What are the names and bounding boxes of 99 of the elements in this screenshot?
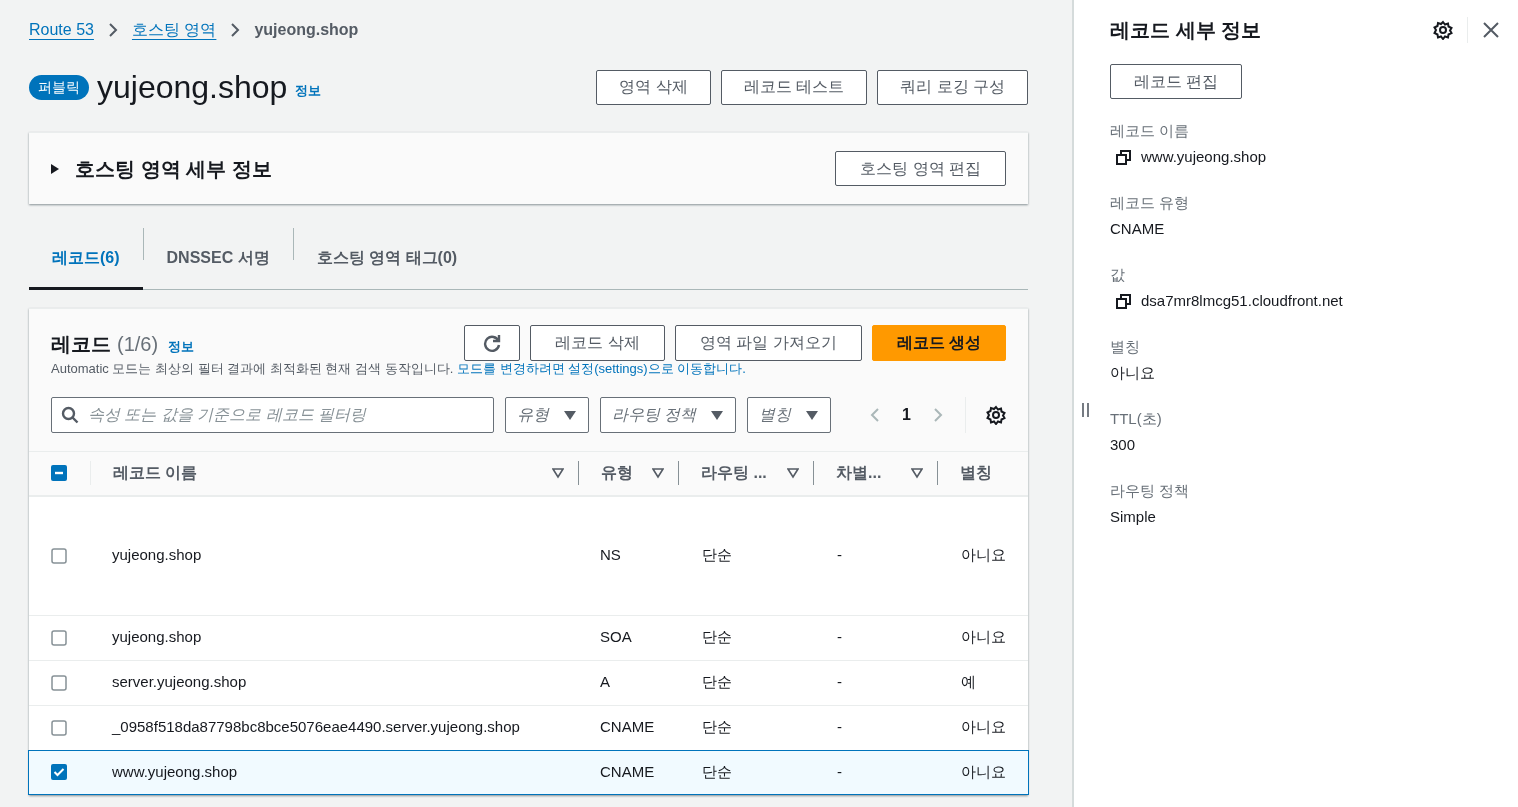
refresh-icon	[482, 333, 503, 353]
refresh-button[interactable]	[464, 325, 521, 361]
panel-title: 레코드 세부 정보	[1110, 18, 1263, 43]
close-icon	[1482, 21, 1500, 39]
copy-icon[interactable]	[1115, 148, 1132, 166]
zone-title: yujeong.shop	[97, 71, 288, 103]
table-cell: 단순	[702, 673, 732, 691]
table-cell: SOA	[600, 628, 632, 646]
table-cell: 단순	[702, 718, 732, 736]
page-number[interactable]: 1	[902, 402, 911, 427]
table-cell: -	[837, 546, 842, 564]
caret-right-icon[interactable]	[49, 162, 61, 175]
field-value: 300	[1110, 435, 1136, 455]
field-value: 아니요	[1110, 363, 1155, 383]
field-value: Simple	[1110, 507, 1156, 527]
info-link[interactable]: 정보	[168, 337, 195, 357]
column-header[interactable]: 차별...	[836, 461, 882, 485]
breadcrumb-current: yujeong.shop	[254, 20, 359, 40]
filter-dropdown[interactable]: 라우팅 정책	[600, 396, 737, 433]
caret-down-icon	[563, 408, 577, 421]
field-value: dsa7mr8lmcg51.cloudfront.net	[1141, 291, 1343, 311]
settings-button[interactable]	[1433, 20, 1453, 40]
sort-icon	[787, 467, 799, 479]
table-cell: yujeong.shop	[112, 546, 202, 564]
field-label: 값	[1110, 265, 1126, 285]
caret-down-icon	[710, 408, 725, 421]
column-header[interactable]: 별칭	[960, 461, 992, 485]
field-label: TTL(초)	[1110, 409, 1163, 429]
description-text: Automatic 모드는 최상의 필터 결과에 최적화된 현재 검색 동작입니다. 모드를 변경하려면 설정(settings)으로 이동합니다.	[51, 360, 747, 378]
table-cell: 예	[961, 673, 976, 691]
tab[interactable]: 레코드(6)	[29, 228, 143, 290]
create-record-button[interactable]: 레코드 생성	[871, 325, 1006, 361]
table-cell: server.yujeong.shop	[112, 673, 247, 691]
header-button[interactable]: 쿼리 로깅 구성	[877, 69, 1028, 105]
settings-button[interactable]	[986, 404, 1006, 425]
settings-icon	[986, 404, 1006, 425]
filter-dropdown[interactable]: 유형	[505, 396, 589, 433]
caret-down-icon	[805, 408, 820, 421]
table-cell: -	[837, 718, 842, 736]
table-cell: 아니요	[961, 762, 1006, 780]
checkbox[interactable]	[51, 764, 67, 780]
edit-zone-button[interactable]: 호스팅 영역 편집	[835, 151, 1006, 186]
field-label: 별칭	[1110, 337, 1141, 357]
table-cell: 아니요	[961, 718, 1006, 736]
records-count: (1/6)	[117, 332, 159, 357]
settings-icon	[1433, 20, 1453, 40]
field-label: 레코드 이름	[1110, 121, 1191, 141]
info-link[interactable]: 정보	[295, 81, 322, 101]
toolbar-button[interactable]: 레코드 삭제	[530, 325, 665, 361]
toolbar-button[interactable]: 영역 파일 가져오기	[674, 325, 862, 361]
column-header[interactable]: 레코드 이름	[113, 461, 198, 485]
records-title: 레코드	[51, 332, 111, 357]
sort-icon	[652, 467, 664, 479]
table-cell: -	[837, 628, 842, 646]
table-cell: 단순	[702, 762, 732, 780]
checkbox[interactable]	[51, 674, 67, 691]
breadcrumb-link[interactable]: Route 53	[29, 18, 94, 42]
search-field[interactable]: 속성 또는 값을 기준으로 레코드 필터링	[51, 396, 494, 433]
table-cell: 단순	[702, 546, 732, 564]
settings-link[interactable]: 모드를 변경하려면 설정(settings)으로 이동합니다.	[456, 361, 746, 376]
field-label: 레코드 유형	[1110, 193, 1191, 213]
sort-icon	[552, 467, 564, 479]
search-icon	[61, 405, 79, 424]
column-header[interactable]: 유형	[601, 461, 633, 485]
checkbox[interactable]	[51, 719, 67, 736]
public-badge: 퍼블릭	[29, 74, 89, 100]
table-cell: -	[837, 673, 842, 691]
checkbox[interactable]	[51, 465, 67, 481]
table-cell: yujeong.shop	[112, 628, 202, 646]
tab[interactable]: 호스팅 영역 태그(0)	[293, 228, 481, 290]
field-value: www.yujeong.shop	[1141, 147, 1267, 167]
resize-handle-icon[interactable]	[1081, 403, 1090, 417]
selected-row[interactable]: www.yujeong.shop CNAME 단순 - 아니요	[28, 749, 1029, 795]
table-cell: CNAME	[600, 762, 655, 780]
table-cell: 아니요	[961, 628, 1006, 646]
panel-title: 호스팅 영역 세부 정보	[75, 156, 273, 182]
table-cell: www.yujeong.shop	[112, 762, 238, 780]
field-value: CNAME	[1110, 219, 1165, 239]
table-cell: _0958f518da87798bc8bce5076eae4490.server.yujeong.shop	[112, 718, 520, 736]
table-cell: -	[837, 762, 842, 780]
header-button[interactable]: 영역 삭제	[596, 69, 711, 105]
table-cell: NS	[600, 546, 621, 564]
table-cell: CNAME	[600, 718, 655, 736]
edit-record-button[interactable]: 레코드 편집	[1110, 64, 1243, 99]
table-cell: A	[600, 673, 610, 691]
header-button[interactable]: 레코드 테스트	[720, 69, 868, 105]
filter-dropdown[interactable]: 별칭	[747, 396, 832, 433]
chevron-right-icon	[931, 405, 945, 424]
close-button[interactable]	[1482, 21, 1500, 39]
copy-icon[interactable]	[1115, 292, 1132, 310]
table-cell: 아니요	[961, 546, 1006, 564]
field-label: 라우팅 정책	[1110, 481, 1191, 501]
checkbox[interactable]	[51, 547, 67, 564]
checkbox[interactable]	[51, 629, 67, 646]
table-cell: 단순	[702, 628, 732, 646]
column-header[interactable]: 라우팅 ...	[701, 461, 767, 485]
sort-icon	[911, 467, 923, 479]
tab[interactable]: DNSSEC 서명	[143, 228, 293, 290]
breadcrumb-link[interactable]: 호스팅 영역	[131, 18, 217, 42]
